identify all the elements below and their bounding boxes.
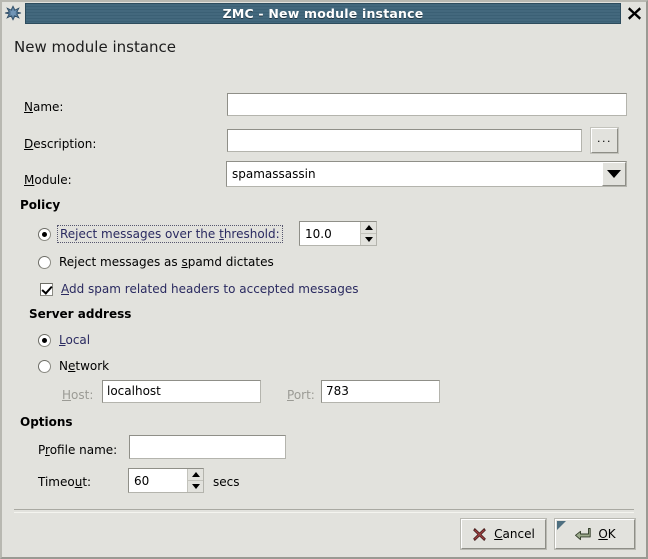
port-input[interactable]: 783 bbox=[321, 380, 440, 403]
description-input[interactable] bbox=[227, 129, 582, 152]
host-label-accel: H bbox=[62, 388, 72, 402]
radio-spamd-pre: Reject messages as bbox=[59, 255, 182, 269]
radio-local-post: ocal bbox=[65, 333, 91, 347]
radio-reject-over-threshold[interactable]: Reject messages over the threshold: bbox=[38, 225, 283, 243]
cancel-button[interactable]: Cancel bbox=[460, 518, 547, 550]
module-label-accel: M bbox=[24, 173, 35, 187]
radio-threshold-pre: Reject messages over the bbox=[60, 227, 220, 241]
radio-server-network[interactable]: Network bbox=[38, 359, 109, 373]
module-label: Module: bbox=[24, 173, 72, 187]
description-label: Description: bbox=[24, 137, 96, 151]
radio-server-local-label: Local bbox=[59, 333, 90, 347]
radio-threshold-post: hreshold: bbox=[223, 227, 280, 241]
module-combobox[interactable]: spamassassin bbox=[226, 161, 627, 187]
radio-server-network-mark bbox=[38, 359, 51, 373]
host-label: Host: bbox=[62, 388, 93, 402]
port-label-accel: P bbox=[287, 388, 294, 402]
checkbox-add-spam-headers[interactable]: Add spam related headers to accepted mes… bbox=[40, 282, 359, 296]
timeout-units-label: secs bbox=[213, 475, 240, 489]
server-address-group-title: Server address bbox=[29, 307, 132, 321]
module-combobox-value: spamassassin bbox=[232, 167, 316, 181]
button-bar-separator bbox=[14, 509, 634, 513]
timeout-spinbox-buttons bbox=[187, 469, 203, 492]
window-title: ZMC - New module instance bbox=[222, 6, 424, 21]
name-input[interactable] bbox=[227, 93, 627, 116]
checkbox-add-spam-headers-label: Add spam related headers to accepted mes… bbox=[61, 282, 359, 296]
radio-reject-over-threshold-mark bbox=[38, 227, 51, 241]
description-label-accel: D bbox=[24, 137, 34, 151]
module-label-rest: odule: bbox=[34, 173, 72, 187]
ok-arrow-icon bbox=[575, 527, 591, 540]
caret-down-icon bbox=[364, 236, 373, 242]
ok-button[interactable]: OK bbox=[554, 518, 636, 550]
chevron-down-icon bbox=[607, 170, 621, 178]
checkbox-headers-accel: A bbox=[61, 282, 69, 296]
checkbox-headers-post: dd spam related headers to accepted mess… bbox=[69, 282, 359, 296]
caret-up-icon bbox=[364, 224, 373, 230]
options-group-title: Options bbox=[20, 415, 73, 429]
profile-name-label: Profile name: bbox=[38, 443, 117, 457]
timeout-label: Timeout: bbox=[38, 475, 91, 489]
dialog-window: ZMC - New module instance New module ins… bbox=[0, 0, 648, 559]
name-label: Name: bbox=[24, 100, 63, 114]
description-browse-button[interactable]: ... bbox=[590, 127, 619, 154]
threshold-spinbox-buttons bbox=[360, 222, 376, 245]
name-label-accel: N bbox=[24, 100, 33, 114]
cancel-post: ancel bbox=[502, 527, 535, 541]
threshold-spinbox[interactable]: 10.0 bbox=[299, 221, 377, 246]
cancel-button-label: Cancel bbox=[494, 527, 535, 541]
ok-accel: O bbox=[598, 527, 608, 541]
timeout-spinbox-decrement[interactable] bbox=[188, 481, 203, 493]
checkbox-add-spam-headers-mark bbox=[40, 282, 53, 296]
radio-reject-as-spamd-mark bbox=[38, 255, 51, 269]
name-label-rest: ame: bbox=[32, 100, 64, 114]
port-label-rest: ort: bbox=[293, 388, 315, 402]
radio-reject-over-threshold-focus: Reject messages over the threshold: bbox=[57, 225, 283, 243]
timeout-spinbox-value: 60 bbox=[134, 473, 150, 488]
radio-reject-as-spamd-label: Reject messages as spamd dictates bbox=[59, 255, 274, 269]
profile-name-input[interactable] bbox=[129, 435, 286, 459]
radio-server-local-mark bbox=[38, 333, 51, 347]
close-icon bbox=[627, 7, 641, 20]
title-bar-strip[interactable]: ZMC - New module instance bbox=[25, 3, 621, 24]
title-bar: ZMC - New module instance bbox=[2, 2, 646, 25]
timeout-spinbox-increment[interactable] bbox=[188, 469, 203, 481]
profile-label-post: ofile name: bbox=[49, 443, 118, 457]
ok-post: K bbox=[607, 527, 616, 541]
port-label: Port: bbox=[287, 388, 315, 402]
radio-server-network-label: Network bbox=[59, 359, 109, 373]
radio-server-local[interactable]: Local bbox=[38, 333, 90, 347]
timeout-spinbox[interactable]: 60 bbox=[128, 468, 204, 493]
cancel-accel: C bbox=[494, 527, 503, 541]
caret-down-icon bbox=[191, 483, 200, 489]
timeout-label-post: t: bbox=[82, 475, 92, 489]
close-button[interactable] bbox=[622, 2, 646, 25]
radio-reject-as-spamd[interactable]: Reject messages as spamd dictates bbox=[38, 255, 274, 269]
ellipsis-icon: ... bbox=[597, 132, 612, 145]
policy-group-title: Policy bbox=[20, 198, 61, 212]
threshold-spinbox-value: 10.0 bbox=[305, 226, 332, 241]
description-label-rest: escription: bbox=[33, 137, 97, 151]
dialog-content: New module instance Name: Description: .… bbox=[2, 25, 646, 557]
radio-network-pre: N bbox=[59, 359, 68, 373]
profile-label-pre: P bbox=[38, 443, 46, 457]
module-icon bbox=[3, 3, 25, 24]
radio-spamd-post: pamd dictates bbox=[187, 255, 274, 269]
threshold-spinbox-decrement[interactable] bbox=[361, 234, 376, 246]
radio-network-post: twork bbox=[75, 359, 110, 373]
page-title: New module instance bbox=[14, 38, 177, 56]
caret-up-icon bbox=[191, 471, 200, 477]
threshold-spinbox-increment[interactable] bbox=[361, 222, 376, 234]
radio-reject-over-threshold-label: Reject messages over the threshold: bbox=[60, 227, 280, 241]
host-input[interactable]: localhost bbox=[102, 380, 261, 403]
timeout-label-pre: Timeo bbox=[38, 475, 75, 489]
module-combobox-arrow[interactable] bbox=[602, 162, 626, 186]
host-label-rest: ost: bbox=[71, 388, 94, 402]
cancel-x-icon bbox=[473, 527, 486, 541]
ok-button-label: OK bbox=[598, 527, 615, 541]
